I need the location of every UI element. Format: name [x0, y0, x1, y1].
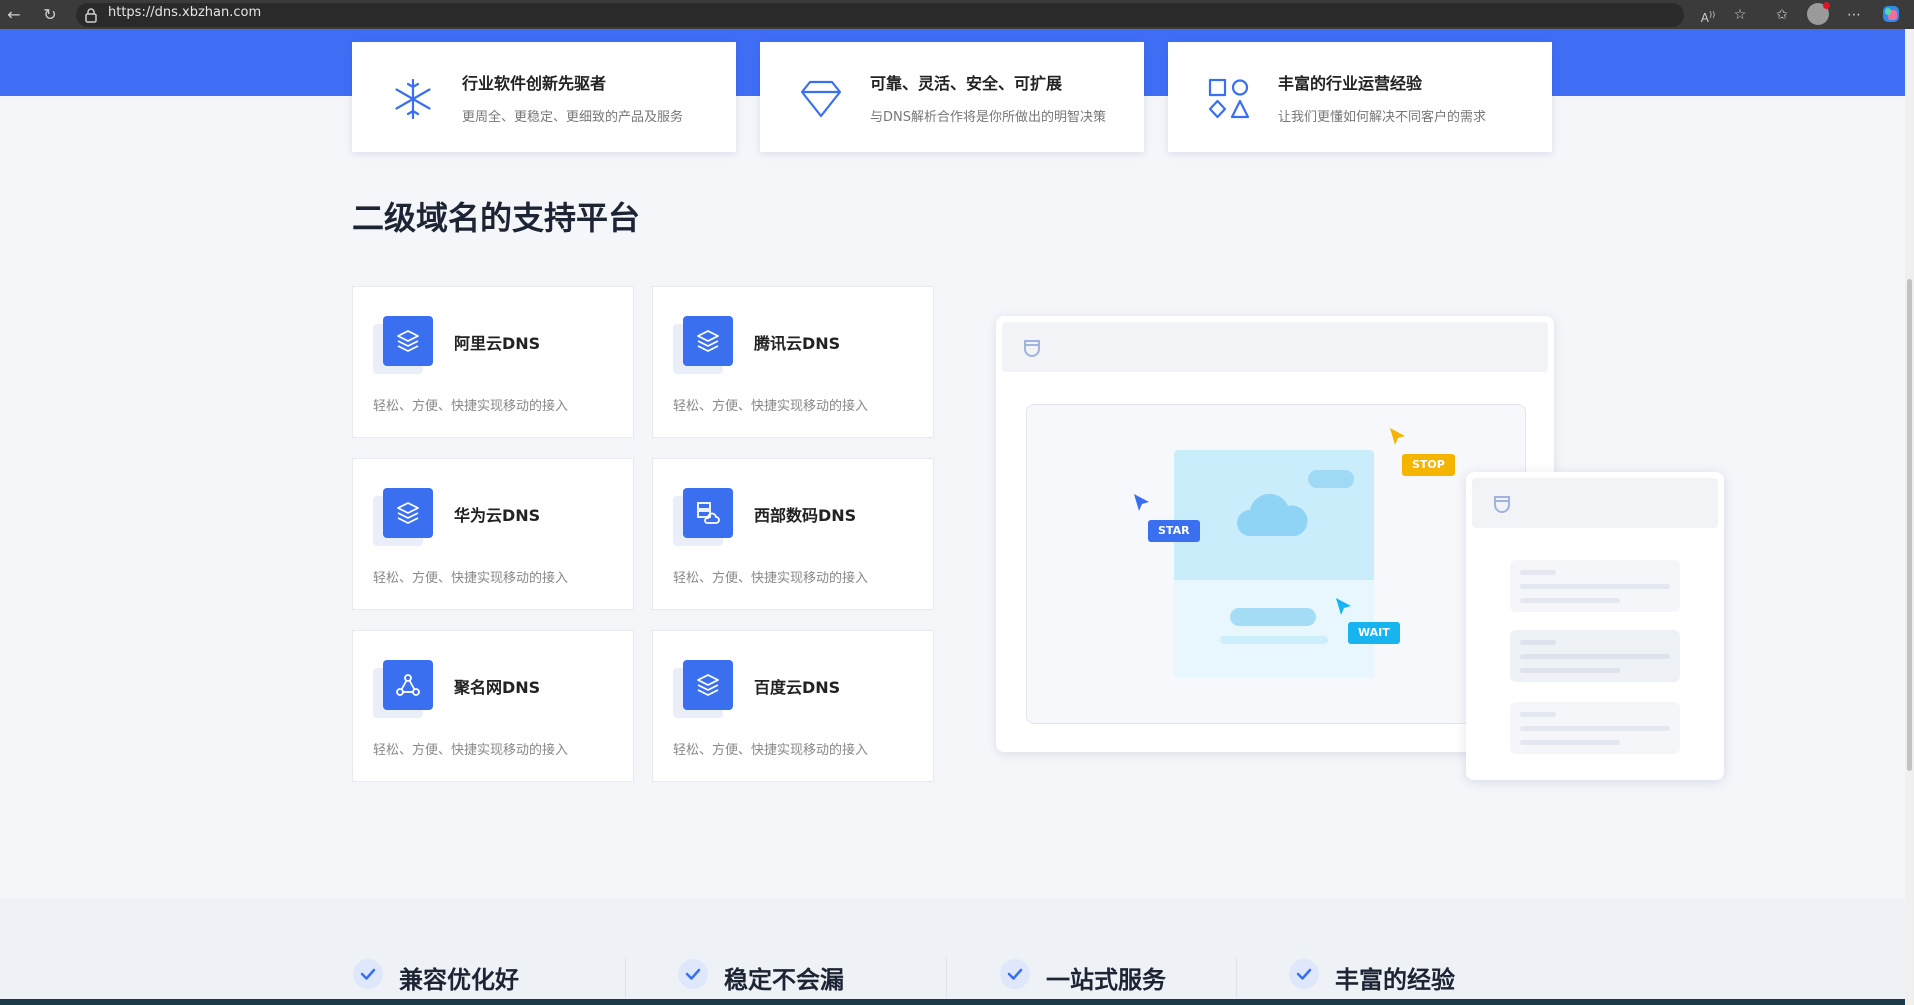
- decor-pill: [1308, 470, 1354, 488]
- placeholder-row: [1510, 702, 1680, 754]
- section-title: 二级域名的支持平台: [352, 199, 641, 237]
- scrollbar-thumb[interactable]: [1907, 279, 1912, 771]
- window-header: [1472, 478, 1718, 528]
- favorite-star-icon[interactable]: ☆: [1729, 4, 1751, 26]
- platform-name: 华为云DNS: [454, 506, 541, 525]
- network-nodes-icon: [383, 660, 433, 710]
- illustration-side-window: [1466, 472, 1724, 780]
- feature-desc: 让我们更懂如何解决不同客户的需求: [1278, 110, 1487, 125]
- snowflake-icon: [395, 78, 431, 120]
- platform-name: 聚名网DNS: [454, 678, 541, 697]
- platform-name: 阿里云DNS: [454, 334, 541, 353]
- tag-stop: STOP: [1402, 454, 1455, 476]
- platform-desc: 轻松、方便、快捷实现移动的接入: [673, 571, 869, 586]
- platform-desc: 轻松、方便、快捷实现移动的接入: [373, 399, 569, 414]
- favorites-list-icon[interactable]: ✩: [1771, 4, 1793, 26]
- window-header: [1002, 322, 1548, 372]
- back-icon[interactable]: ←: [3, 4, 25, 26]
- divider: [625, 958, 626, 998]
- layers-icon: [383, 488, 433, 538]
- check-icon: [1289, 959, 1319, 989]
- more-menu-icon[interactable]: ⋯: [1843, 4, 1865, 26]
- read-aloud-icon[interactable]: A)): [1697, 4, 1719, 26]
- profile-avatar[interactable]: [1807, 2, 1830, 25]
- address-bar[interactable]: [76, 3, 1684, 27]
- feature-desc: 与DNS解析合作将是你所做出的明智决策: [870, 110, 1106, 125]
- platform-desc: 轻松、方便、快捷实现移动的接入: [673, 399, 869, 414]
- feature-title: 可靠、灵活、安全、可扩展: [870, 74, 1063, 93]
- platform-name: 百度云DNS: [754, 678, 841, 697]
- platform-name: 西部数码DNS: [754, 506, 857, 525]
- diamond-icon: [800, 80, 842, 118]
- platform-card-huawei[interactable]: 华为云DNS 轻松、方便、快捷实现移动的接入: [352, 458, 634, 610]
- shield-icon: [1494, 496, 1510, 513]
- feature-desc: 更周全、更稳定、更细致的产品及服务: [462, 110, 684, 125]
- platform-card-tencent[interactable]: 腾讯云DNS 轻松、方便、快捷实现移动的接入: [652, 286, 934, 438]
- layers-icon: [383, 316, 433, 366]
- cloud-panel: [1174, 450, 1374, 678]
- page-scrollbar[interactable]: [1905, 29, 1914, 1005]
- benefit-label: 稳定不会漏: [724, 966, 844, 994]
- divider: [946, 958, 947, 998]
- placeholder-row: [1510, 560, 1680, 612]
- platform-desc: 轻松、方便、快捷实现移动的接入: [373, 743, 569, 758]
- check-icon: [678, 959, 708, 989]
- placeholder-row: [1510, 630, 1680, 682]
- feature-card-innovation: 行业软件创新先驱者 更周全、更稳定、更细致的产品及服务: [352, 42, 736, 152]
- benefit-label: 一站式服务: [1046, 966, 1166, 994]
- feature-card-reliability: 可靠、灵活、安全、可扩展 与DNS解析合作将是你所做出的明智决策: [760, 42, 1144, 152]
- cursor-icon: [1134, 494, 1149, 511]
- decor-pill: [1230, 608, 1316, 626]
- platform-desc: 轻松、方便、快捷实现移动的接入: [673, 743, 869, 758]
- check-icon: [353, 959, 383, 989]
- benefit-label: 丰富的经验: [1335, 966, 1455, 994]
- platform-desc: 轻松、方便、快捷实现移动的接入: [373, 571, 569, 586]
- copilot-icon[interactable]: [1880, 4, 1902, 26]
- tag-star: STAR: [1148, 520, 1200, 542]
- url-text[interactable]: https://dns.xbzhan.com: [108, 5, 261, 20]
- feature-title: 行业软件创新先驱者: [462, 74, 607, 93]
- platform-name: 腾讯云DNS: [754, 334, 841, 353]
- feature-title: 丰富的行业运营经验: [1278, 74, 1423, 93]
- divider: [1236, 958, 1237, 998]
- layers-icon: [683, 660, 733, 710]
- check-icon: [1000, 959, 1030, 989]
- benefit-label: 兼容优化好: [399, 966, 519, 994]
- layers-icon: [683, 316, 733, 366]
- cursor-icon: [1390, 428, 1405, 445]
- reload-icon[interactable]: ↻: [39, 4, 61, 26]
- tag-wait: WAIT: [1348, 622, 1400, 644]
- lock-icon: [85, 8, 97, 23]
- benefits-section: [0, 898, 1905, 1005]
- shapes-icon: [1208, 78, 1250, 119]
- platform-card-baidu[interactable]: 百度云DNS 轻松、方便、快捷实现移动的接入: [652, 630, 934, 782]
- cloud-icon: [1237, 493, 1308, 536]
- taskbar-edge: [0, 999, 1905, 1005]
- decor-line: [1220, 636, 1328, 644]
- feature-card-experience: 丰富的行业运营经验 让我们更懂如何解决不同客户的需求: [1168, 42, 1552, 152]
- platform-card-aliyun[interactable]: 阿里云DNS 轻松、方便、快捷实现移动的接入: [352, 286, 634, 438]
- server-cloud-icon: [683, 488, 733, 538]
- platform-card-juming[interactable]: 聚名网DNS 轻松、方便、快捷实现移动的接入: [352, 630, 634, 782]
- platform-card-west[interactable]: 西部数码DNS 轻松、方便、快捷实现移动的接入: [652, 458, 934, 610]
- cursor-icon: [1336, 598, 1351, 615]
- shield-icon: [1024, 340, 1040, 357]
- browser-toolbar: ← ↻ https://dns.xbzhan.com A)) ☆ ✩ ⋯: [0, 0, 1914, 29]
